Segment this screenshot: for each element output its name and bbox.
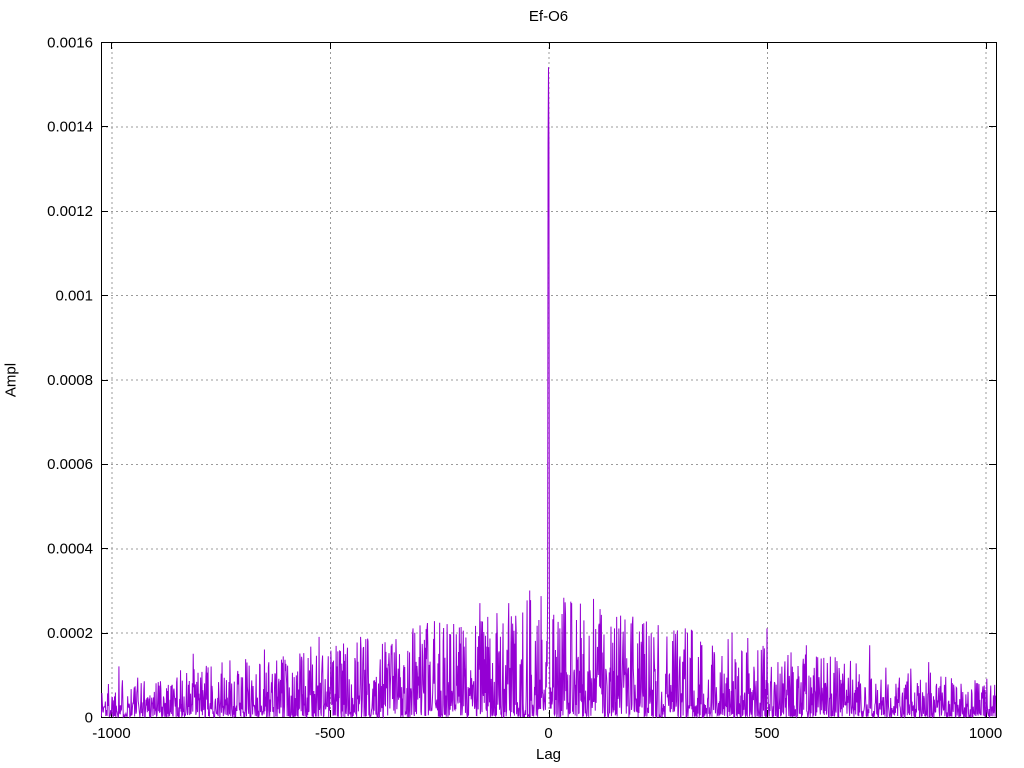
autocorrelation-plot: 0 0.0002 0.0004 0.0006 0.0008 0.001 0.0012 0.00… — [47, 34, 1002, 742]
x-tick-label: 1000 — [969, 725, 1002, 742]
y-tick-label: 0.0016 — [47, 34, 93, 51]
y-tick-label: 0.0002 — [47, 625, 93, 642]
y-tick-label: 0.0008 — [47, 372, 93, 389]
autocorrelation-series — [100, 67, 997, 719]
y-tick-label: 0 — [85, 709, 93, 726]
x-tick-label: -500 — [315, 725, 345, 742]
x-tick-label: 0 — [544, 725, 552, 742]
y-tick-label: 0.0014 — [47, 119, 93, 136]
gnuplot-window: Ef-O6 Ampl Lag 0 0.0002 0.0004 0.0006 0.0008… — [0, 0, 1024, 768]
y-tick-label: 0.0006 — [47, 456, 93, 473]
y-tick-label: 0.001 — [55, 287, 93, 304]
x-tick-label: 500 — [754, 725, 779, 742]
x-tick-label: -1000 — [92, 725, 130, 742]
y-tick-label: 0.0004 — [47, 541, 93, 558]
y-tick-label: 0.0012 — [47, 203, 93, 220]
